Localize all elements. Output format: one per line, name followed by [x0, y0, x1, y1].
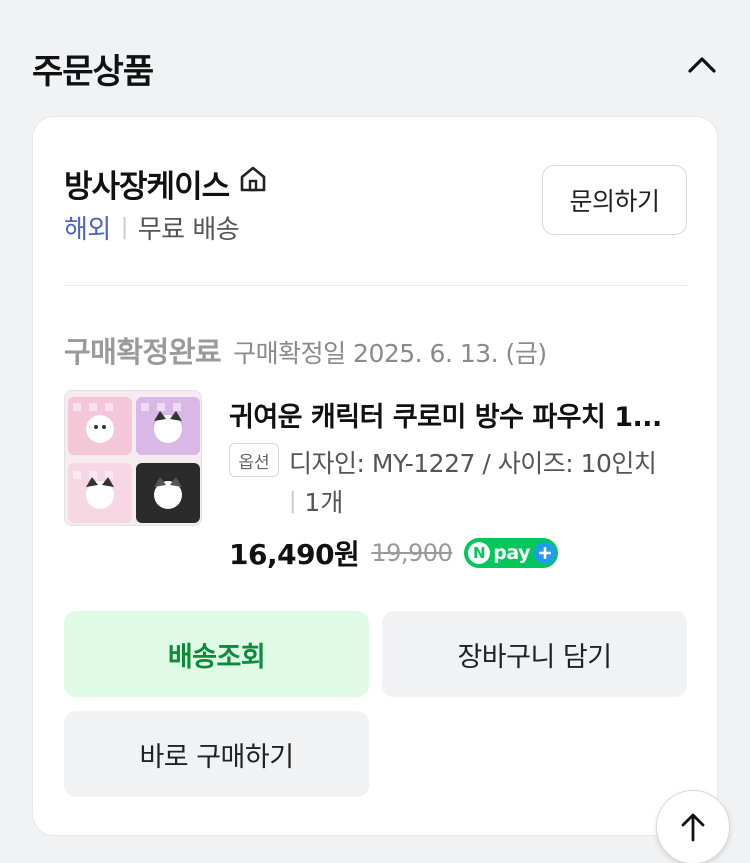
product-title[interactable]: 귀여운 캐릭터 쿠로미 방수 파우치 1...: [229, 395, 684, 434]
collapse-button[interactable]: [682, 44, 722, 84]
seller-name[interactable]: 방사장케이스: [64, 161, 230, 206]
divider: [64, 285, 687, 286]
overseas-label: 해외: [64, 215, 111, 245]
product-thumbnail[interactable]: [64, 390, 202, 526]
arrow-up-icon: [681, 813, 705, 842]
quantity-row: | 1개: [289, 483, 343, 519]
plus-icon: [534, 542, 557, 564]
order-card: 방사장케이스 해외 | 무료 배송 문의하기 구매확정완료 구매확정일 2025…: [32, 116, 718, 836]
npay-label: pay: [493, 542, 531, 564]
shipping-label: 무료 배송: [137, 215, 240, 245]
original-price: 19,900: [371, 539, 453, 567]
scroll-to-top-button[interactable]: [656, 790, 730, 863]
section-title: 주문상품: [32, 52, 154, 92]
quantity-text: 1개: [304, 488, 344, 517]
quantity-divider: |: [289, 488, 297, 514]
option-badge: 옵션: [229, 443, 279, 477]
add-to-cart-button[interactable]: 장바구니 담기: [382, 611, 687, 697]
status-label: 구매확정완료: [64, 335, 222, 369]
meta-divider: |: [120, 215, 128, 240]
status-date: 구매확정일 2025. 6. 13. (금): [233, 339, 547, 368]
buy-now-button[interactable]: 바로 구매하기: [64, 711, 369, 797]
seller-meta: 해외 | 무료 배송: [64, 209, 240, 246]
option-text: 디자인: MY-1227 / 사이즈: 10인치: [289, 449, 657, 478]
sale-price: 16,490원: [229, 538, 360, 571]
track-delivery-button[interactable]: 배송조회: [64, 611, 369, 697]
inquiry-button[interactable]: 문의하기: [542, 165, 687, 235]
order-status: 구매확정완료 구매확정일 2025. 6. 13. (금): [64, 329, 547, 371]
chevron-up-icon: [688, 57, 716, 73]
order-items-header: 주문상품: [32, 40, 722, 92]
npay-badge: N pay: [464, 538, 559, 568]
home-icon[interactable]: [238, 164, 268, 194]
npay-n-icon: N: [468, 542, 491, 564]
price-row: 16,490원 19,900 N pay: [229, 533, 559, 573]
